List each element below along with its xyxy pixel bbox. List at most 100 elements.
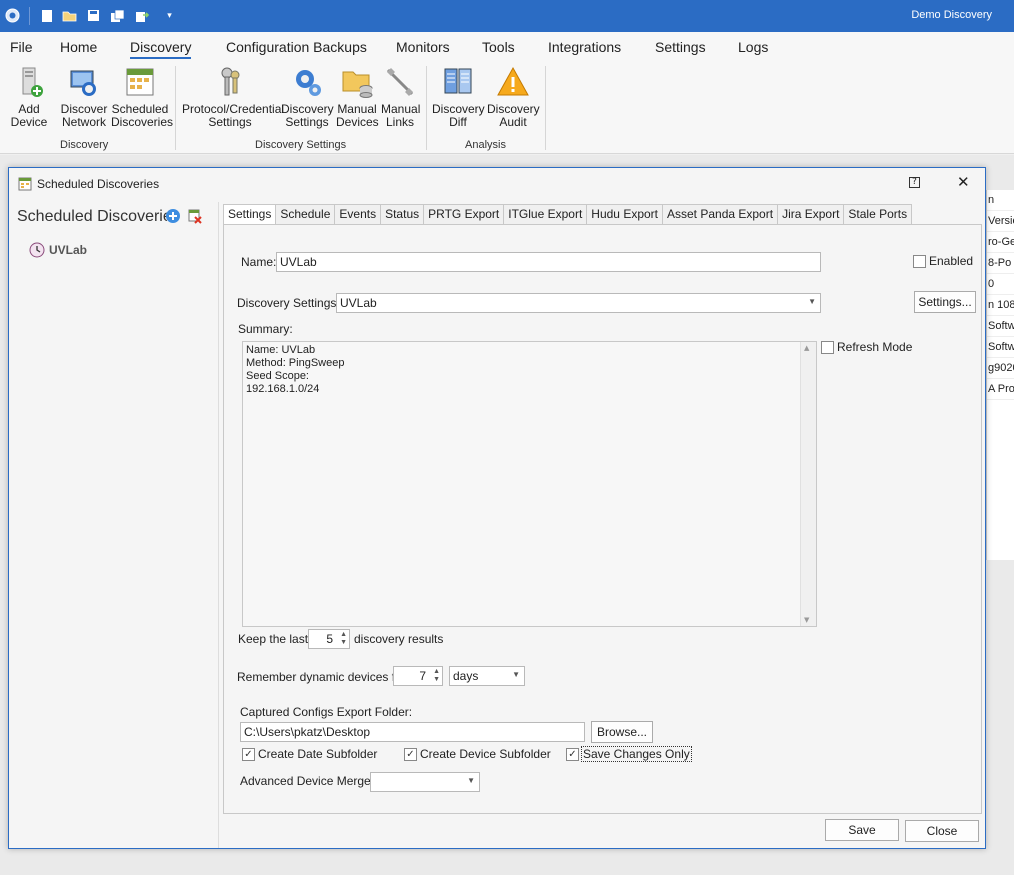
tab-itglue-export[interactable]: ITGlue Export	[504, 204, 588, 225]
protocol-credential-label-2: Settings	[208, 115, 252, 129]
remember-devices-label: Remember dynamic devices for	[237, 670, 406, 684]
discovery-audit-button[interactable]: Discovery Audit	[487, 65, 540, 129]
create-date-subfolder-label: Create Date Subfolder	[258, 747, 378, 761]
menu-logs[interactable]: Logs	[738, 39, 768, 55]
delete-schedule-icon[interactable]	[187, 208, 203, 224]
name-input[interactable]: UVLab	[276, 252, 821, 272]
quick-access-dropdown-icon[interactable]: ▾	[161, 7, 178, 24]
advanced-merge-select[interactable]: ▼	[370, 772, 480, 792]
menu-settings[interactable]: Settings	[655, 39, 706, 55]
save-icon[interactable]	[85, 7, 102, 24]
discover-network-button[interactable]: Discover Network	[60, 65, 108, 129]
keep-last-stepper[interactable]: 5 ▲ ▼	[308, 629, 350, 649]
menu-integrations[interactable]: Integrations	[548, 39, 621, 55]
chevron-down-icon: ▼	[512, 670, 520, 679]
group-label-discovery: Discovery	[60, 139, 109, 151]
protocol-credential-settings-button[interactable]: Protocol/Credential Settings	[182, 65, 284, 129]
ribbon-group-separator	[175, 66, 176, 150]
spinner-arrows-icon[interactable]: ▲ ▼	[340, 631, 347, 647]
menu-discovery[interactable]: Discovery	[130, 39, 192, 59]
tab-stale-ports[interactable]: Stale Ports	[844, 204, 913, 225]
app-title: Demo Discovery	[911, 9, 992, 21]
settings-button[interactable]: Settings...	[914, 291, 976, 313]
chevron-down-icon: ▼	[467, 776, 475, 785]
discovery-settings-value: UVLab	[340, 296, 377, 310]
remember-days-value: 7	[419, 669, 426, 683]
export-folder-label: Captured Configs Export Folder:	[240, 705, 413, 719]
manual-links-button[interactable]: Manual Links	[381, 65, 420, 129]
scroll-down-icon[interactable]: ▼	[804, 616, 809, 624]
new-file-icon[interactable]	[38, 7, 55, 24]
background-cell: n 108	[987, 295, 1014, 316]
spinner-arrows-icon[interactable]: ▲ ▼	[433, 668, 440, 684]
summary-scrollbar[interactable]: ▲ ▼	[800, 342, 816, 626]
tab-jira-export[interactable]: Jira Export	[778, 204, 845, 225]
settings-tab-body: Name: UVLab Enabled Discovery Settings: …	[223, 224, 982, 814]
add-device-icon	[22, 67, 43, 97]
tab-events[interactable]: Events	[335, 204, 382, 225]
menu-configuration-backups[interactable]: Configuration Backups	[226, 39, 367, 55]
refresh-mode-checkbox[interactable]	[821, 341, 834, 354]
create-device-subfolder-checkbox[interactable]: ✓	[404, 748, 417, 761]
discovery-settings-select[interactable]: UVLab ▼	[336, 293, 821, 313]
enabled-checkbox[interactable]	[913, 255, 926, 268]
summary-text: Name: UVLab Method: PingSweep Seed Scope…	[246, 344, 345, 395]
close-icon[interactable]: ✕	[957, 173, 970, 191]
remember-unit-select[interactable]: days ▼	[449, 666, 525, 686]
dialog-title: Scheduled Discoveries	[37, 177, 160, 191]
save-changes-only-checkbox[interactable]: ✓	[566, 748, 579, 761]
export-folder-input[interactable]: C:\Users\pkatz\Desktop	[240, 722, 585, 742]
summary-textarea[interactable]: Name: UVLab Method: PingSweep Seed Scope…	[242, 341, 817, 627]
create-device-subfolder-label: Create Device Subfolder	[420, 747, 551, 761]
create-date-subfolder-checkbox[interactable]: ✓	[242, 748, 255, 761]
chevron-down-icon: ▼	[808, 297, 816, 306]
scheduled-discoveries-dialog: Scheduled Discoveries ? ✕ Scheduled Disc…	[8, 167, 986, 849]
discover-network-icon	[70, 70, 96, 96]
add-device-button[interactable]: Add Device	[1, 65, 57, 129]
discovery-settings-label: Discovery Settings:	[237, 296, 340, 310]
help-icon[interactable]: ?	[909, 177, 920, 188]
app-titlebar: ▾ Demo Discovery	[0, 0, 1014, 32]
save-all-icon[interactable]	[109, 7, 126, 24]
menu-home[interactable]: Home	[60, 39, 97, 55]
discovery-settings-button[interactable]: Discovery Settings	[281, 65, 334, 129]
folder-database-icon	[342, 71, 373, 98]
dialog-calendar-icon	[18, 177, 32, 191]
manual-devices-label-2: Devices	[336, 115, 379, 129]
menu-file[interactable]: File	[10, 39, 33, 55]
gear-icon	[296, 70, 321, 96]
background-cell: g9020	[987, 358, 1014, 379]
keep-last-label: Keep the last	[238, 632, 309, 646]
manual-devices-button[interactable]: Manual Devices	[336, 65, 379, 129]
tab-settings[interactable]: Settings	[223, 204, 277, 225]
name-label: Name:	[241, 255, 277, 269]
discovery-diff-button[interactable]: Discovery Diff	[432, 65, 485, 129]
close-button[interactable]: Close	[905, 820, 979, 842]
save-button[interactable]: Save	[825, 819, 899, 841]
discovery-settings-label-2: Settings	[285, 115, 329, 129]
tab-schedule[interactable]: Schedule	[276, 204, 336, 225]
tab-strip: Settings Schedule Events Status PRTG Exp…	[223, 204, 913, 225]
tab-asset-panda-export[interactable]: Asset Panda Export	[663, 204, 779, 225]
schedule-item[interactable]: UVLab	[29, 242, 87, 258]
scroll-up-icon[interactable]: ▲	[804, 344, 809, 352]
advanced-merge-label: Advanced Device Merge:	[240, 774, 375, 788]
menu-monitors[interactable]: Monitors	[396, 39, 450, 55]
links-icon	[386, 68, 414, 96]
open-folder-icon[interactable]	[61, 7, 78, 24]
discover-network-label-2: Network	[61, 115, 106, 129]
ribbon: Add Device Discover Network Scheduled Di…	[0, 62, 1014, 154]
background-cell: A ProC	[987, 379, 1014, 400]
browse-button[interactable]: Browse...	[591, 721, 653, 743]
scheduled-discoveries-button[interactable]: Scheduled Discoveries	[111, 65, 173, 129]
tab-hudu-export[interactable]: Hudu Export	[587, 204, 663, 225]
tab-status[interactable]: Status	[381, 204, 425, 225]
menu-tools[interactable]: Tools	[482, 39, 515, 55]
group-label-analysis: Analysis	[465, 139, 506, 151]
export-icon[interactable]	[134, 7, 151, 24]
enabled-label: Enabled	[929, 254, 974, 268]
add-schedule-icon[interactable]	[165, 208, 181, 224]
manual-links-label-2: Links	[385, 115, 414, 129]
tab-prtg-export[interactable]: PRTG Export	[424, 204, 505, 225]
remember-days-stepper[interactable]: 7 ▲ ▼	[393, 666, 443, 686]
